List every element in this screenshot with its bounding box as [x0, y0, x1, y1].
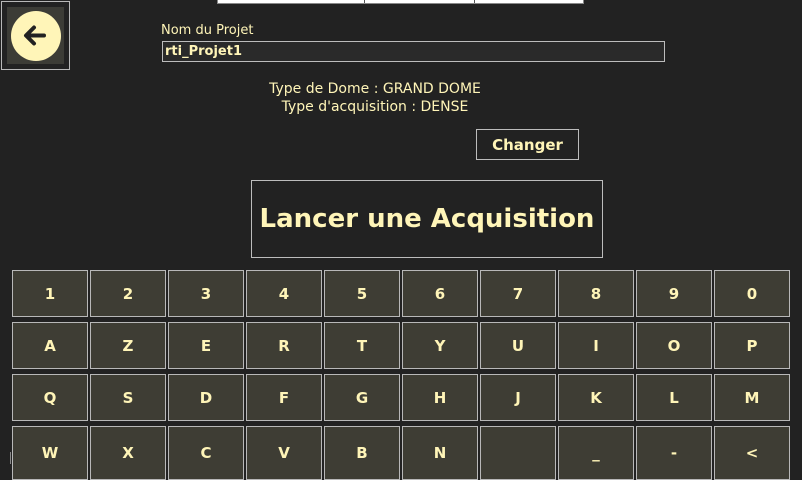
key-3-9[interactable]: <	[714, 426, 790, 480]
key-1-6[interactable]: U	[480, 322, 556, 369]
key-2-8[interactable]: L	[636, 374, 712, 421]
back-button-face	[7, 7, 64, 64]
launch-acquisition-button[interactable]: Lancer une Acquisition	[251, 180, 603, 258]
project-name-label: Nom du Projet	[161, 23, 254, 38]
key-2-5[interactable]: H	[402, 374, 478, 421]
key-0-7[interactable]: 8	[558, 270, 634, 317]
key-1-8[interactable]: O	[636, 322, 712, 369]
key-3-3[interactable]: V	[246, 426, 322, 480]
key-2-4[interactable]: G	[324, 374, 400, 421]
project-name-input[interactable]	[162, 41, 665, 62]
key-2-7[interactable]: K	[558, 374, 634, 421]
key-3-8[interactable]: -	[636, 426, 712, 480]
key-0-2[interactable]: 3	[168, 270, 244, 317]
key-1-5[interactable]: Y	[402, 322, 478, 369]
key-3-2[interactable]: C	[168, 426, 244, 480]
key-0-9[interactable]: 0	[714, 270, 790, 317]
top-edge-separator	[474, 0, 475, 3]
key-2-1[interactable]: S	[90, 374, 166, 421]
top-edge-widget	[217, 0, 584, 4]
key-0-3[interactable]: 4	[246, 270, 322, 317]
key-2-6[interactable]: J	[480, 374, 556, 421]
key-0-4[interactable]: 5	[324, 270, 400, 317]
key-3-1[interactable]: X	[90, 426, 166, 480]
key-2-9[interactable]: M	[714, 374, 790, 421]
edge-mark	[10, 452, 11, 464]
key-3-4[interactable]: B	[324, 426, 400, 480]
key-1-7[interactable]: I	[558, 322, 634, 369]
key-3-5[interactable]: N	[402, 426, 478, 480]
key-2-2[interactable]: D	[168, 374, 244, 421]
key-1-1[interactable]: Z	[90, 322, 166, 369]
key-1-9[interactable]: P	[714, 322, 790, 369]
key-0-6[interactable]: 7	[480, 270, 556, 317]
key-1-4[interactable]: T	[324, 322, 400, 369]
key-2-3[interactable]: F	[246, 374, 322, 421]
key-0-5[interactable]: 6	[402, 270, 478, 317]
key-0-1[interactable]: 2	[90, 270, 166, 317]
change-button[interactable]: Changer	[476, 129, 579, 160]
key-3-0[interactable]: W	[12, 426, 88, 480]
top-edge-separator	[364, 0, 365, 3]
key-1-2[interactable]: E	[168, 322, 244, 369]
acquisition-type-text: Type d'acquisition : DENSE	[281, 99, 469, 115]
key-1-0[interactable]: A	[12, 322, 88, 369]
back-button[interactable]	[1, 1, 70, 70]
key-0-0[interactable]: 1	[12, 270, 88, 317]
key-2-0[interactable]: Q	[12, 374, 88, 421]
arrow-left-icon	[24, 25, 46, 46]
dome-type-text: Type de Dome : GRAND DOME	[269, 81, 481, 97]
key-3-6[interactable]	[480, 426, 556, 480]
key-0-8[interactable]: 9	[636, 270, 712, 317]
key-3-7[interactable]: _	[558, 426, 634, 480]
key-1-3[interactable]: R	[246, 322, 322, 369]
